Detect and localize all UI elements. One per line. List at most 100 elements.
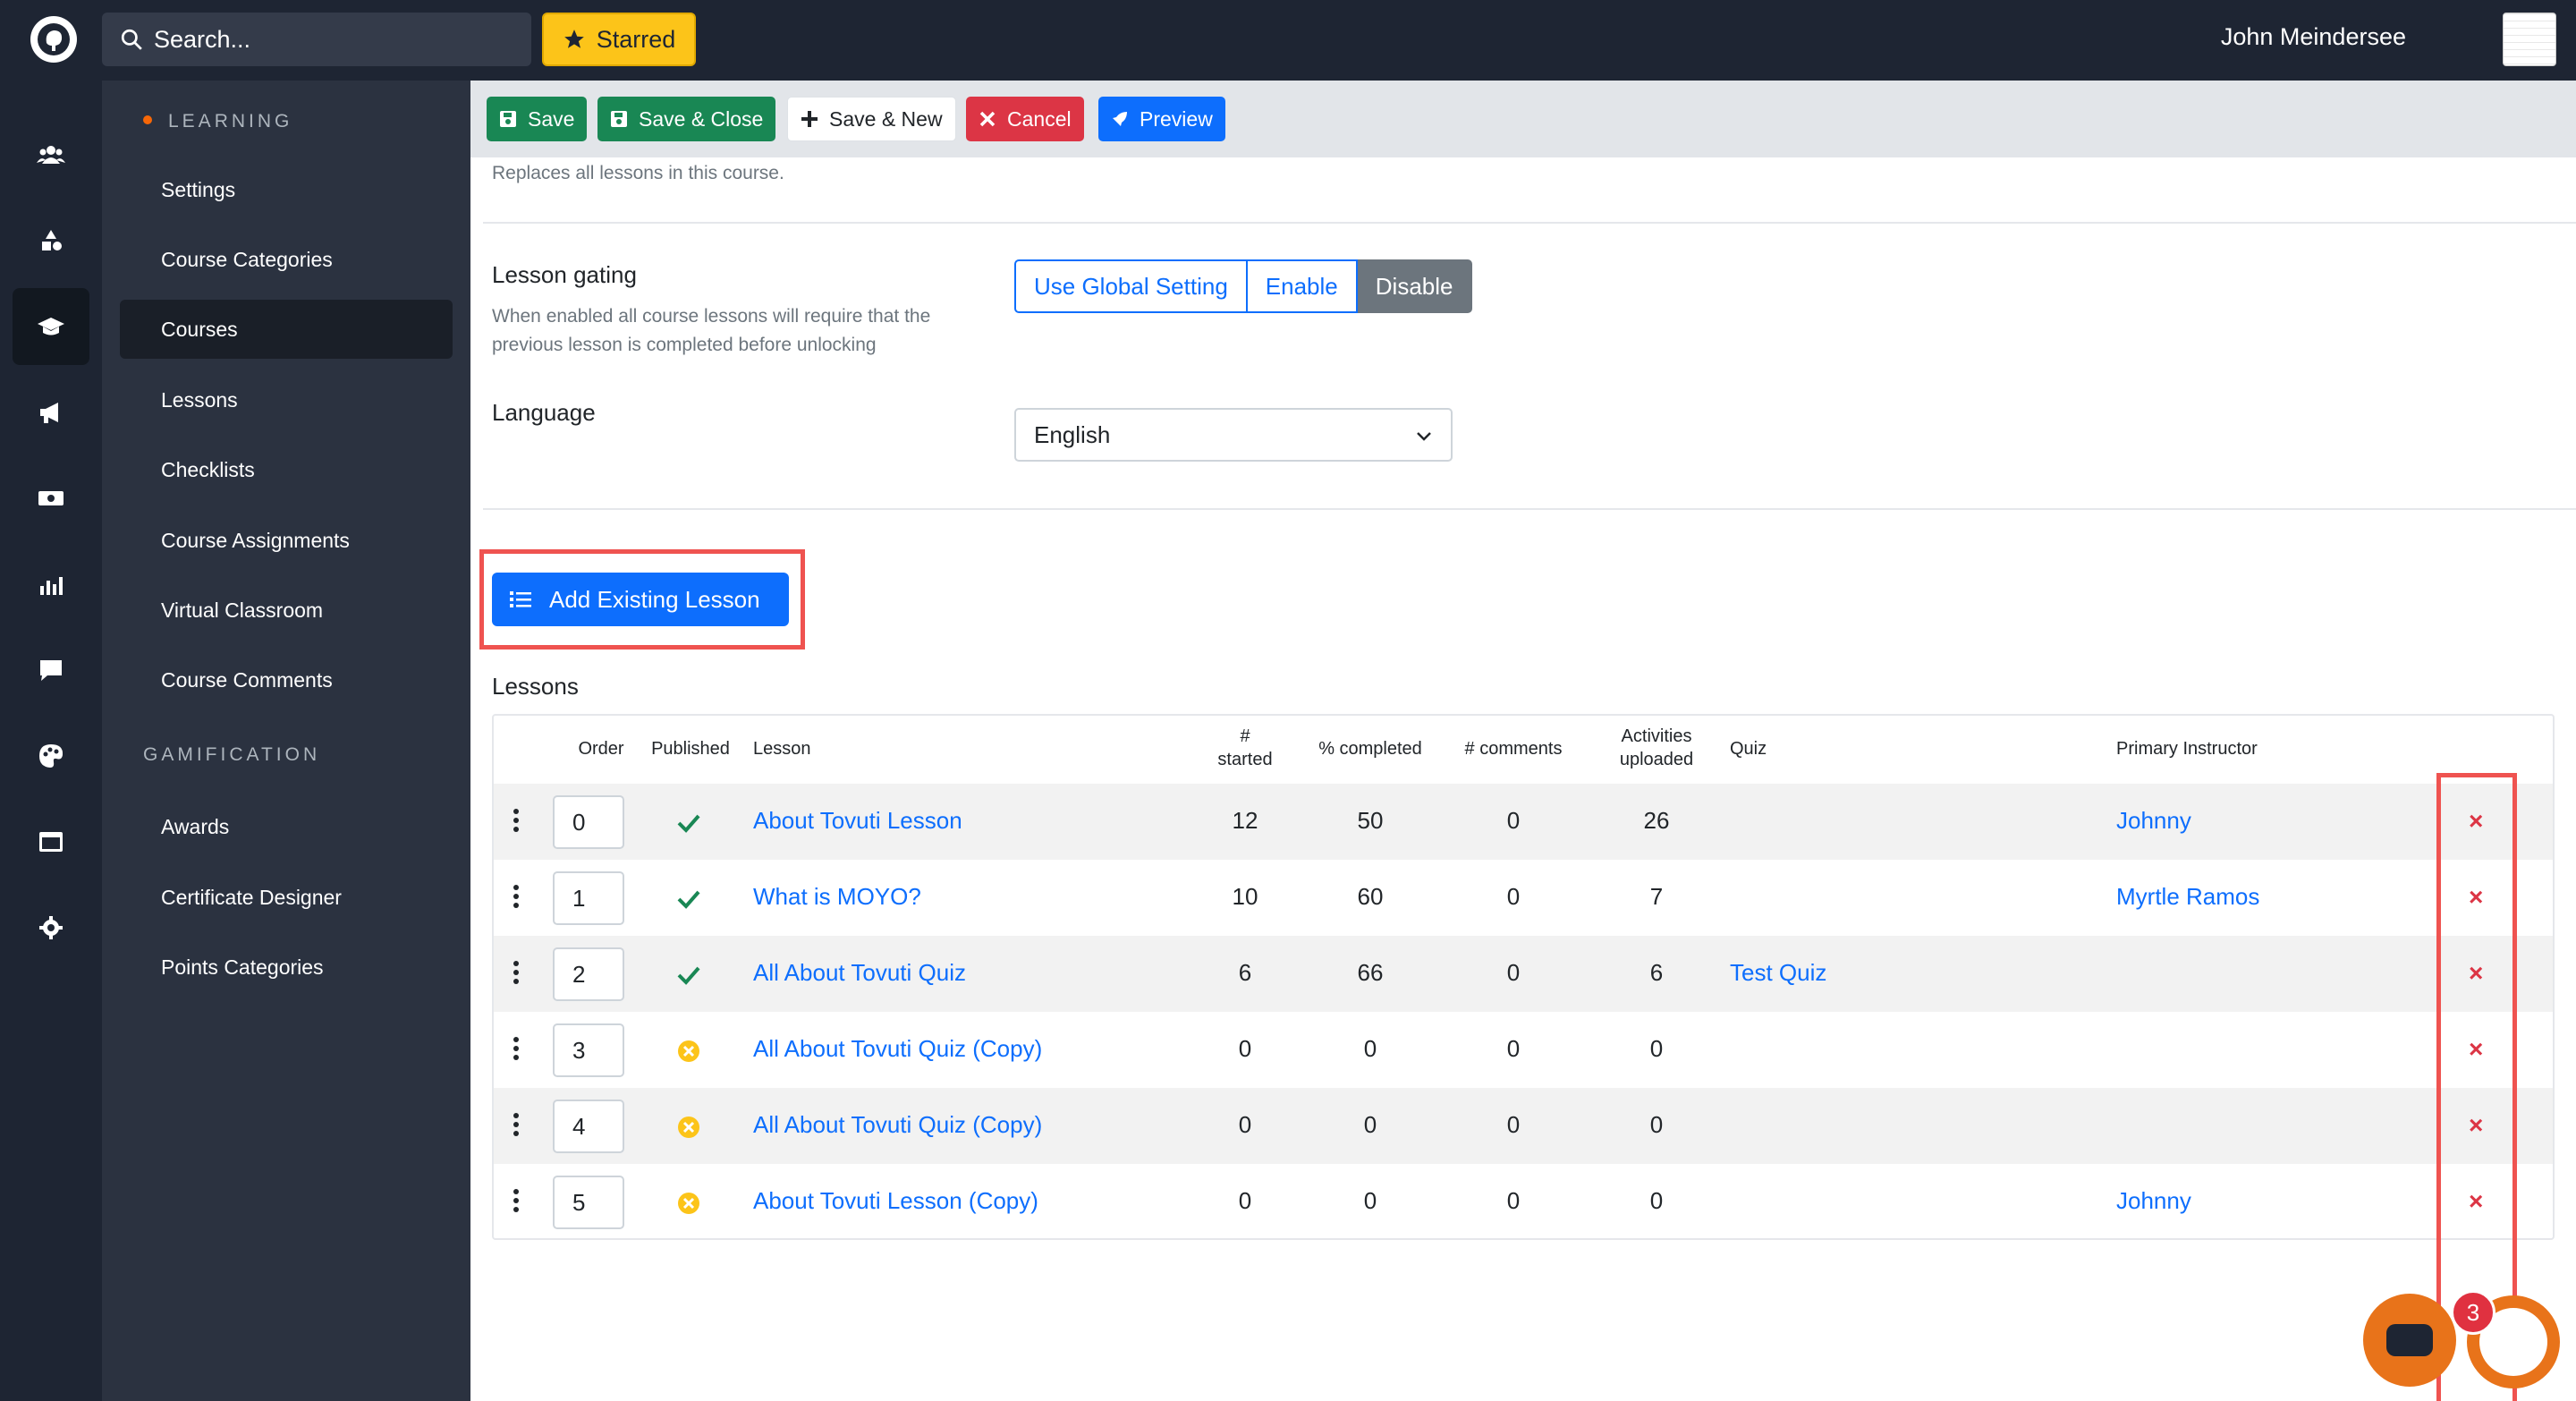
drag-handle-icon[interactable] — [513, 1113, 519, 1136]
sidebar-item-course-assignments[interactable]: Course Assignments — [120, 511, 453, 570]
sidebar-item-course-categories[interactable]: Course Categories — [120, 230, 453, 289]
published-check-icon[interactable] — [676, 887, 701, 912]
completed-percent: 0 — [1363, 1035, 1377, 1062]
header-completed[interactable]: % completed — [1299, 737, 1442, 760]
lesson-link[interactable]: What is MOYO? — [753, 883, 921, 911]
language-select[interactable]: English — [1014, 408, 1453, 462]
gating-option-enable[interactable]: Enable — [1247, 259, 1358, 313]
started-count: 0 — [1238, 1111, 1252, 1138]
instructor-link[interactable]: Myrtle Ramos — [2116, 883, 2259, 911]
window-icon[interactable] — [13, 803, 89, 880]
gating-option-global[interactable]: Use Global Setting — [1014, 259, 1248, 313]
add-existing-lesson-button[interactable]: Add Existing Lesson — [492, 573, 789, 626]
table-row: 3 All About Tovuti Quiz (Copy) 0 0 0 0 × — [494, 1012, 2553, 1088]
notification-badge: 3 — [2451, 1290, 2496, 1335]
save-new-button[interactable]: Save & New — [787, 97, 956, 141]
sidebar-item-awards[interactable]: Awards — [120, 797, 453, 856]
avatar[interactable] — [2503, 13, 2556, 66]
activities-count: 26 — [1643, 807, 1670, 834]
chart-icon[interactable] — [13, 546, 89, 623]
money-icon[interactable] — [13, 460, 89, 537]
header-published[interactable]: Published — [646, 737, 735, 760]
search-placeholder: Search... — [154, 25, 251, 53]
search-input[interactable]: Search... — [102, 13, 531, 66]
floppy-icon — [500, 111, 516, 127]
lesson-link[interactable]: About Tovuti Lesson (Copy) — [753, 1187, 1038, 1215]
drag-handle-icon[interactable] — [513, 1189, 519, 1212]
comments-count: 0 — [1506, 883, 1521, 910]
palette-icon[interactable] — [13, 717, 89, 794]
drag-handle-icon[interactable] — [513, 961, 519, 984]
drag-handle-icon[interactable] — [513, 1037, 519, 1060]
header-instructor[interactable]: Primary Instructor — [2116, 737, 2258, 760]
graduation-cap-icon[interactable] — [13, 288, 89, 365]
unpublished-icon[interactable] — [676, 1191, 701, 1216]
preview-button[interactable]: Preview — [1098, 97, 1225, 141]
chat-icon — [2386, 1324, 2433, 1356]
lesson-link[interactable]: All About Tovuti Quiz (Copy) — [753, 1035, 1042, 1063]
started-count: 6 — [1238, 959, 1252, 986]
instructor-link[interactable]: Johnny — [2116, 1187, 2191, 1215]
sidebar-item-certificate-designer[interactable]: Certificate Designer — [120, 868, 453, 927]
megaphone-icon[interactable] — [13, 374, 89, 451]
sidebar-item-settings[interactable]: Settings — [120, 160, 453, 219]
comments-count: 0 — [1506, 1187, 1521, 1214]
users-icon[interactable] — [13, 116, 89, 193]
header-order[interactable]: Order — [565, 737, 637, 760]
floppy-icon — [611, 111, 627, 127]
list-icon — [510, 591, 531, 607]
sidebar-item-checklists[interactable]: Checklists — [120, 440, 453, 499]
lesson-gating-help-2: previous lesson is completed before unlo… — [492, 335, 877, 355]
replaces-note: Replaces all lessons in this course. — [492, 163, 784, 183]
order-input[interactable]: 1 — [553, 871, 624, 925]
header-quiz[interactable]: Quiz — [1730, 737, 1767, 760]
sidebar-item-courses[interactable]: Courses — [120, 300, 453, 359]
completed-percent: 66 — [1357, 959, 1384, 986]
order-input[interactable]: 3 — [553, 1023, 624, 1077]
header-started[interactable]: # started — [1191, 725, 1299, 771]
user-name[interactable]: John Meindersee — [2221, 23, 2406, 51]
plus-icon — [801, 111, 818, 127]
cancel-button[interactable]: Cancel — [966, 97, 1084, 141]
comments-count: 0 — [1506, 1035, 1521, 1062]
unpublished-icon[interactable] — [676, 1039, 701, 1064]
order-input[interactable]: 0 — [553, 795, 624, 849]
order-input[interactable]: 4 — [553, 1100, 624, 1153]
header-comments[interactable]: # comments — [1442, 737, 1585, 760]
shapes-icon[interactable] — [13, 202, 89, 279]
star-icon — [564, 30, 584, 48]
starred-button[interactable]: Starred — [542, 13, 696, 66]
lesson-link[interactable]: All About Tovuti Quiz (Copy) — [753, 1111, 1042, 1139]
lesson-link[interactable]: All About Tovuti Quiz — [753, 959, 966, 987]
comments-count: 0 — [1506, 1111, 1521, 1138]
header-activities[interactable]: Activities uploaded — [1585, 725, 1728, 771]
started-count: 0 — [1238, 1187, 1252, 1214]
quiz-link[interactable]: Test Quiz — [1730, 959, 1826, 987]
save-button[interactable]: Save — [487, 97, 588, 141]
comment-icon[interactable] — [13, 632, 89, 709]
order-input[interactable]: 2 — [553, 947, 624, 1001]
sidebar-item-virtual-classroom[interactable]: Virtual Classroom — [120, 581, 453, 640]
order-input[interactable]: 5 — [553, 1176, 624, 1229]
save-close-button[interactable]: Save & Close — [597, 97, 776, 141]
gear-icon[interactable] — [13, 889, 89, 966]
header-lesson[interactable]: Lesson — [753, 737, 811, 760]
sidebar-item-lessons[interactable]: Lessons — [120, 370, 453, 429]
chat-button[interactable] — [2363, 1294, 2456, 1387]
app-logo[interactable] — [30, 16, 77, 63]
main-content: Replaces all lessons in this course. Les… — [470, 157, 2576, 1401]
instructor-link[interactable]: Johnny — [2116, 807, 2191, 835]
published-check-icon[interactable] — [676, 963, 701, 988]
drag-handle-icon[interactable] — [513, 885, 519, 908]
unpublished-icon[interactable] — [676, 1115, 701, 1140]
lesson-link[interactable]: About Tovuti Lesson — [753, 807, 962, 835]
sidebar-item-points-categories[interactable]: Points Categories — [120, 938, 453, 997]
published-check-icon[interactable] — [676, 811, 701, 836]
completed-percent: 0 — [1363, 1187, 1377, 1214]
gating-option-disable[interactable]: Disable — [1357, 259, 1473, 313]
sidebar-item-course-comments[interactable]: Course Comments — [120, 650, 453, 709]
section-gamification: GAMIFICATION — [143, 744, 321, 765]
table-row: 5 About Tovuti Lesson (Copy) 0 0 0 0 Johnny × — [494, 1164, 2553, 1238]
drag-handle-icon[interactable] — [513, 809, 519, 832]
started-count: 10 — [1232, 883, 1258, 910]
